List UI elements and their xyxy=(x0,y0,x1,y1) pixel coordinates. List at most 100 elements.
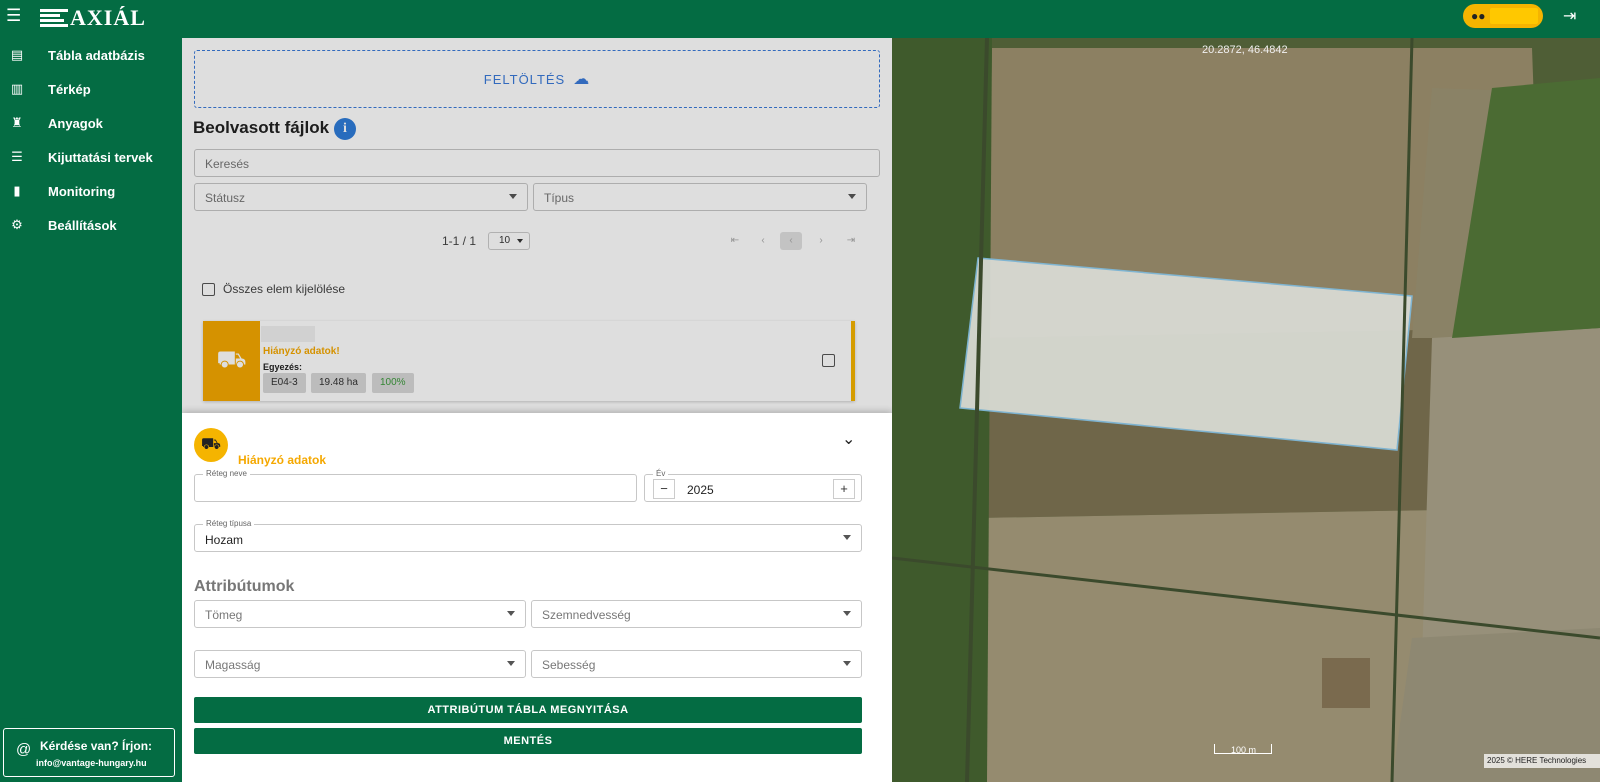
search-input[interactable]: Keresés xyxy=(194,149,880,177)
layer-type-select[interactable]: Réteg típusa Hozam xyxy=(194,519,862,552)
gear-icon: ⚙ xyxy=(11,217,23,232)
missing-data-panel: ⛟ Hiányzó adatok ⌄ Réteg neve Év − 2025 … xyxy=(182,413,892,782)
chevron-down-icon[interactable]: ⌄ xyxy=(842,429,855,449)
attr-select-magassag[interactable]: Magasság xyxy=(194,650,526,678)
layer-name-input[interactable]: Réteg neve xyxy=(194,469,637,502)
sidebar-item-label: Anyagok xyxy=(48,115,103,131)
layer-name-label: Réteg neve xyxy=(203,469,250,478)
users-icon: ●● xyxy=(1471,9,1486,23)
main-panel: FELTÖLTÉS ☁ Beolvasott fájlok i Keresés … xyxy=(182,38,892,782)
chevron-down-icon xyxy=(843,535,851,540)
attr-select-sebesseg[interactable]: Sebesség xyxy=(531,650,862,678)
chevron-down-icon xyxy=(843,661,851,666)
type-placeholder: Típus xyxy=(544,191,575,205)
select-all[interactable]: Összes elem kijelölése xyxy=(202,282,345,296)
attributes-title: Attribútumok xyxy=(194,578,295,595)
next-page-icon[interactable]: › xyxy=(810,232,832,250)
chevron-down-icon xyxy=(507,661,515,666)
panel-title: Hiányzó adatok xyxy=(238,453,327,467)
prev-page-icon[interactable]: ‹ xyxy=(752,232,774,250)
type-select[interactable]: Típus xyxy=(533,183,867,211)
year-value[interactable]: 2025 xyxy=(687,483,714,497)
save-button[interactable]: MENTÉS xyxy=(194,728,862,754)
satellite-imagery xyxy=(892,38,1600,782)
sidebar-item-beallitasok[interactable]: ⚙ Beállítások xyxy=(0,210,182,240)
decrement-button[interactable]: − xyxy=(653,479,675,499)
search-placeholder: Keresés xyxy=(205,157,250,171)
match-percent-chip: 100% xyxy=(372,373,414,393)
file-name-redacted xyxy=(261,326,315,342)
help-email-link[interactable]: info@vantage-hungary.hu xyxy=(36,758,147,768)
pagination-range: 1-1 / 1 xyxy=(442,234,477,248)
at-icon: @ xyxy=(16,741,32,758)
user-menu-button[interactable]: ●● xyxy=(1463,4,1543,28)
sidebar-item-label: Beállítások xyxy=(48,217,117,233)
sidebar-item-anyagok[interactable]: ♜ Anyagok xyxy=(0,108,182,138)
increment-button[interactable]: + xyxy=(833,479,855,499)
layer-type-label: Réteg típusa xyxy=(203,519,255,528)
top-bar: ☰ AXIÁL ●● ⇥ xyxy=(0,0,1600,38)
sidebar-item-tabla-adatbazis[interactable]: ▤ Tábla adatbázis xyxy=(0,40,182,70)
match-label: Egyezés: xyxy=(263,362,303,372)
area-chip: 19.48 ha xyxy=(311,373,366,393)
layer-type-value: Hozam xyxy=(205,533,244,547)
sidebar-item-terkep[interactable]: ▥ Térkép xyxy=(0,74,182,104)
bar-chart-icon: ▮ xyxy=(13,183,21,198)
pagination: 1-1 / 1 10 ⇤ ‹ ‹ › ⇥ xyxy=(182,232,892,250)
chevron-down-icon xyxy=(509,194,517,199)
current-page-button[interactable]: ‹ xyxy=(780,232,802,250)
database-icon: ▤ xyxy=(10,47,24,62)
field-code-chip: E04-3 xyxy=(263,373,306,393)
hamburger-icon[interactable]: ☰ xyxy=(6,7,22,24)
user-name-redacted xyxy=(1489,8,1538,24)
attr-placeholder: Tömeg xyxy=(205,608,243,622)
attr-placeholder: Magasság xyxy=(205,658,261,672)
chevron-down-icon xyxy=(507,611,515,616)
map-scale-label: 100 m xyxy=(1231,745,1257,755)
cloud-upload-icon: ☁ xyxy=(573,71,591,88)
attr-select-tomeg[interactable]: Tömeg xyxy=(194,600,526,628)
file-card-checkbox[interactable] xyxy=(822,354,835,367)
upload-dropzone[interactable]: FELTÖLTÉS ☁ xyxy=(194,50,880,108)
select-all-label: Összes elem kijelölése xyxy=(223,282,346,296)
page-size-value: 10 xyxy=(499,235,511,246)
page-size-select[interactable]: 10 xyxy=(488,232,530,250)
last-page-icon[interactable]: ⇥ xyxy=(840,232,862,250)
chevron-down-icon xyxy=(848,194,856,199)
logout-icon[interactable]: ⇥ xyxy=(1563,6,1576,26)
sidebar: ▤ Tábla adatbázis ▥ Térkép ♜ Anyagok ☰ K… xyxy=(0,38,182,782)
attr-placeholder: Sebesség xyxy=(542,658,596,672)
info-icon[interactable]: i xyxy=(334,118,356,140)
missing-data-warning: Hiányzó adatok! xyxy=(263,346,340,357)
tractor-icon: ⛟ xyxy=(203,321,260,401)
attr-placeholder: Szemnedvesség xyxy=(542,608,631,622)
sidebar-item-kijuttatasi-tervek[interactable]: ☰ Kijuttatási tervek xyxy=(0,142,182,172)
bag-icon: ♜ xyxy=(11,115,23,130)
map-coordinates: 20.2872, 46.4842 xyxy=(1202,44,1288,56)
sidebar-item-label: Térkép xyxy=(48,81,91,97)
year-stepper[interactable]: Év − 2025 + xyxy=(644,469,862,502)
status-placeholder: Státusz xyxy=(205,191,246,205)
map-icon: ▥ xyxy=(10,81,24,96)
attr-select-szemnedvesseg[interactable]: Szemnedvesség xyxy=(531,600,862,628)
file-card[interactable]: ⛟ Hiányzó adatok! Egyezés: E04-3 19.48 h… xyxy=(203,321,855,401)
chevron-down-icon xyxy=(517,239,523,243)
chevron-down-icon xyxy=(843,611,851,616)
help-title: Kérdése van? Írjon: xyxy=(40,739,153,753)
axial-logo-mark xyxy=(40,7,68,29)
status-select[interactable]: Státusz xyxy=(194,183,528,211)
year-label: Év xyxy=(653,469,669,478)
tractor-icon: ⛟ xyxy=(194,428,228,462)
open-attribute-table-button[interactable]: ATTRIBÚTUM TÁBLA MEGNYITÁSA xyxy=(194,697,862,723)
map-view[interactable]: 20.2872, 46.4842 100 m 2025 © HERE Techn… xyxy=(892,38,1600,782)
sidebar-item-label: Tábla adatbázis xyxy=(48,47,145,63)
select-all-checkbox[interactable] xyxy=(202,282,215,296)
logo: AXIÁL xyxy=(40,5,146,31)
help-box[interactable]: @ Kérdése van? Írjon: info@vantage-hunga… xyxy=(3,728,175,777)
map-attribution: 2025 © HERE Technologies xyxy=(1484,754,1600,768)
sidebar-item-monitoring[interactable]: ▮ Monitoring xyxy=(0,176,182,206)
section-title: Beolvasott fájlok xyxy=(193,118,330,137)
sidebar-item-label: Kijuttatási tervek xyxy=(48,149,153,165)
first-page-icon[interactable]: ⇤ xyxy=(724,232,746,250)
sidebar-item-label: Monitoring xyxy=(48,183,116,199)
